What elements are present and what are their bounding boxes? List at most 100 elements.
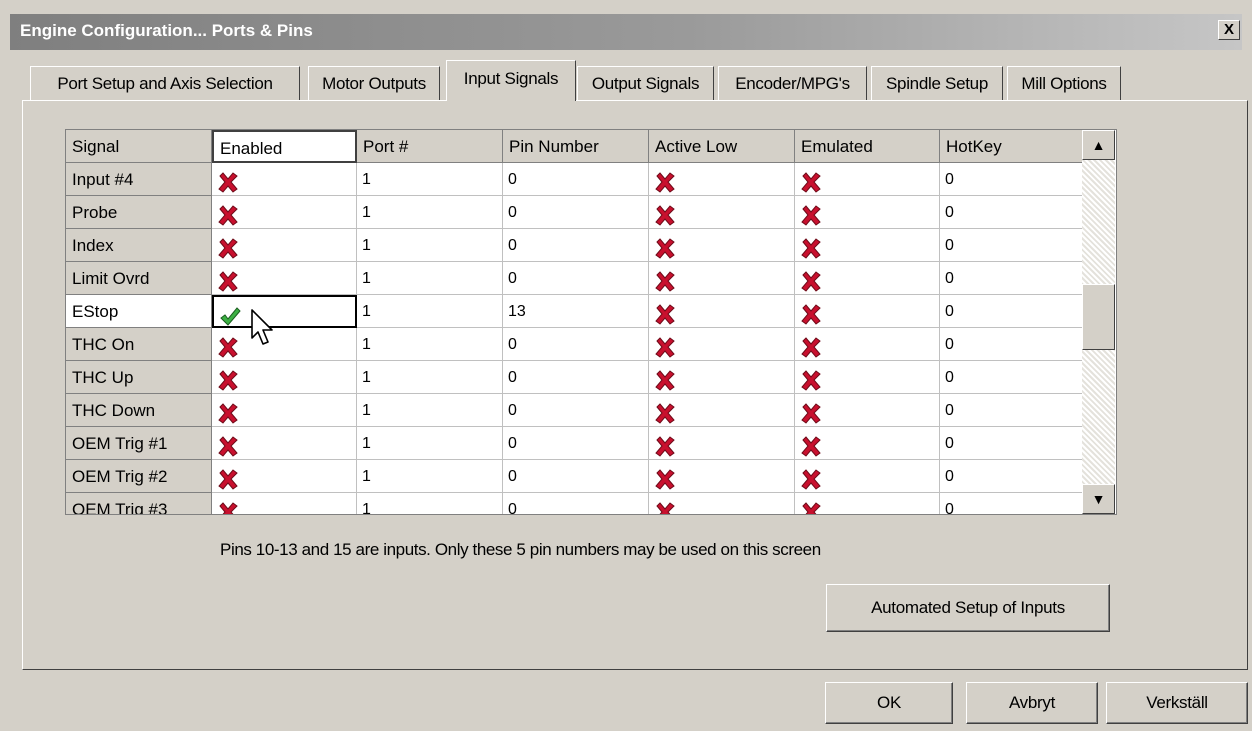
row-header[interactable]: EStop [66,295,212,328]
close-button[interactable]: X [1218,20,1240,40]
column-header-emulated[interactable]: Emulated [795,130,940,163]
port-cell[interactable]: 1 [357,196,503,229]
emulated-cell[interactable] [795,262,940,295]
column-header-enabled[interactable]: Enabled [212,130,357,163]
row-header[interactable]: OEM Trig #3 [66,493,212,514]
scroll-down-button[interactable]: ▼ [1082,484,1115,514]
pin-number-cell[interactable]: 0 [503,163,649,196]
row-header[interactable]: THC Down [66,394,212,427]
emulated-cell[interactable] [795,163,940,196]
pin-number-cell[interactable]: 0 [503,196,649,229]
port-cell[interactable]: 1 [357,460,503,493]
hotkey-cell[interactable]: 0 [940,295,1085,328]
pin-number-cell[interactable]: 0 [503,460,649,493]
enabled-cell[interactable] [212,361,357,394]
active-low-cell[interactable] [649,361,795,394]
active-low-cell[interactable] [649,295,795,328]
tab-input-signals[interactable]: Input Signals [446,60,576,101]
tab-spindle-setup[interactable]: Spindle Setup [871,66,1003,100]
scroll-up-button[interactable]: ▲ [1082,130,1115,160]
pin-number-cell[interactable]: 0 [503,262,649,295]
pin-number-cell[interactable]: 0 [503,328,649,361]
tab-mill-options[interactable]: Mill Options [1007,66,1121,100]
emulated-cell[interactable] [795,229,940,262]
pin-number-cell[interactable]: 0 [503,427,649,460]
tab-port-setup[interactable]: Port Setup and Axis Selection [30,66,300,100]
pin-number-cell[interactable]: 0 [503,394,649,427]
enabled-cell[interactable] [212,262,357,295]
ok-button[interactable]: OK [825,682,953,724]
enabled-cell[interactable] [212,460,357,493]
column-header-pin-number[interactable]: Pin Number [503,130,649,163]
row-header[interactable]: THC Up [66,361,212,394]
hotkey-cell[interactable]: 0 [940,394,1085,427]
emulated-cell[interactable] [795,196,940,229]
active-low-cell[interactable] [649,427,795,460]
enabled-cell[interactable] [212,394,357,427]
emulated-cell[interactable] [795,295,940,328]
port-cell[interactable]: 1 [357,163,503,196]
emulated-cell[interactable] [795,394,940,427]
hotkey-cell[interactable]: 0 [940,328,1085,361]
port-cell[interactable]: 1 [357,295,503,328]
column-header-port[interactable]: Port # [357,130,503,163]
cancel-button[interactable]: Avbryt [966,682,1098,724]
enabled-cell[interactable] [212,295,357,328]
hotkey-cell[interactable]: 0 [940,196,1085,229]
row-header[interactable]: OEM Trig #2 [66,460,212,493]
row-header[interactable]: THC On [66,328,212,361]
enabled-cell[interactable] [212,196,357,229]
port-cell[interactable]: 1 [357,394,503,427]
hotkey-cell[interactable]: 0 [940,460,1085,493]
active-low-cell[interactable] [649,196,795,229]
port-cell[interactable]: 1 [357,229,503,262]
hotkey-cell[interactable]: 0 [940,361,1085,394]
enabled-cell[interactable] [212,328,357,361]
automated-setup-button[interactable]: Automated Setup of Inputs [826,584,1110,632]
emulated-cell[interactable] [795,460,940,493]
hotkey-cell[interactable]: 0 [940,493,1085,514]
port-cell[interactable]: 1 [357,427,503,460]
active-low-cell[interactable] [649,262,795,295]
grid-vertical-scrollbar[interactable]: ▲ ▼ [1082,130,1115,514]
hotkey-cell[interactable]: 0 [940,427,1085,460]
enabled-cell[interactable] [212,163,357,196]
pin-number-cell[interactable]: 0 [503,229,649,262]
row-header[interactable]: OEM Trig #1 [66,427,212,460]
active-low-cell[interactable] [649,460,795,493]
column-header-signal[interactable]: Signal [66,130,212,163]
pin-number-cell[interactable]: 0 [503,493,649,514]
row-header[interactable]: Probe [66,196,212,229]
active-low-cell[interactable] [649,229,795,262]
row-header[interactable]: Limit Ovrd [66,262,212,295]
hotkey-cell[interactable]: 0 [940,262,1085,295]
hotkey-cell[interactable]: 0 [940,229,1085,262]
enabled-cell[interactable] [212,493,357,514]
scroll-thumb[interactable] [1082,284,1115,350]
emulated-cell[interactable] [795,361,940,394]
port-cell[interactable]: 1 [357,361,503,394]
tab-output-signals[interactable]: Output Signals [577,66,714,100]
enabled-cell[interactable] [212,229,357,262]
row-header[interactable]: Input #4 [66,163,212,196]
input-signals-grid[interactable]: Signal Enabled Port # Pin Number Active … [65,129,1117,515]
active-low-cell[interactable] [649,328,795,361]
port-cell[interactable]: 1 [357,262,503,295]
active-low-cell[interactable] [649,163,795,196]
apply-button[interactable]: Verkställ [1106,682,1248,724]
column-header-hotkey[interactable]: HotKey [940,130,1085,163]
pin-number-cell[interactable]: 13 [503,295,649,328]
port-cell[interactable]: 1 [357,493,503,514]
column-header-active-low[interactable]: Active Low [649,130,795,163]
tab-motor-outputs[interactable]: Motor Outputs [308,66,440,100]
active-low-cell[interactable] [649,394,795,427]
port-cell[interactable]: 1 [357,328,503,361]
pin-number-cell[interactable]: 0 [503,361,649,394]
emulated-cell[interactable] [795,427,940,460]
emulated-cell[interactable] [795,493,940,514]
enabled-cell[interactable] [212,427,357,460]
active-low-cell[interactable] [649,493,795,514]
tab-encoder-mpgs[interactable]: Encoder/MPG's [718,66,867,100]
row-header[interactable]: Index [66,229,212,262]
emulated-cell[interactable] [795,328,940,361]
